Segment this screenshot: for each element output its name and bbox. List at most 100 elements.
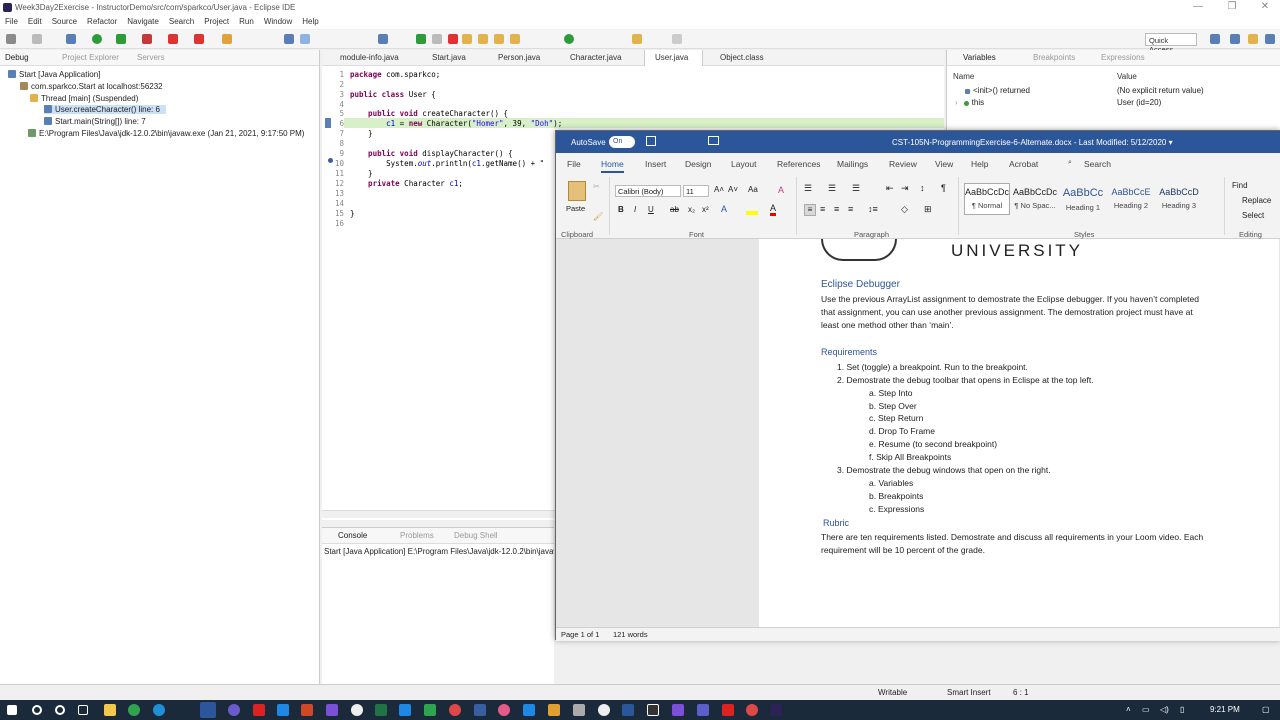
minimize-button[interactable]: — — [1183, 1, 1213, 12]
app-icon[interactable] — [351, 704, 363, 716]
tab-character-java[interactable]: Character.java — [570, 53, 622, 62]
stop-icon[interactable] — [168, 34, 178, 44]
git-perspective-icon[interactable] — [1265, 34, 1275, 44]
open-type-icon[interactable] — [222, 34, 232, 44]
strikethrough-icon[interactable]: ab — [670, 205, 679, 214]
font-color-icon[interactable]: A — [770, 204, 777, 216]
notification-icon[interactable]: ▢ — [1262, 705, 1270, 714]
menu-navigate[interactable]: Navigate — [122, 15, 164, 28]
terminal-icon[interactable] — [647, 704, 659, 716]
highlight-color-icon[interactable] — [746, 211, 758, 215]
app-icon[interactable] — [598, 704, 610, 716]
variable-row[interactable]: <init>() returned — [965, 86, 1030, 95]
toggle-mark-icon[interactable] — [284, 34, 294, 44]
menu-window[interactable]: Window — [259, 15, 297, 28]
tab-view[interactable]: View — [935, 159, 953, 169]
clear-formatting-icon[interactable]: A — [778, 185, 784, 195]
style-heading-3[interactable]: AaBbCcD Heading 3 — [1156, 183, 1202, 215]
tree-item-frame[interactable]: Start.main(String[]) line: 7 — [44, 117, 146, 126]
tab-debug-shell[interactable]: Debug Shell — [454, 531, 498, 540]
app-icon[interactable] — [548, 704, 560, 716]
quick-access-input[interactable]: Quick Access — [1145, 33, 1197, 54]
app-icon[interactable] — [672, 704, 684, 716]
italic-icon[interactable]: I — [634, 205, 636, 214]
app-icon[interactable] — [722, 704, 734, 716]
start-icon[interactable] — [7, 705, 17, 715]
open-icon[interactable] — [708, 136, 719, 145]
change-case-icon[interactable]: Aa — [748, 185, 758, 194]
debug-toolbar-icon[interactable] — [378, 34, 388, 44]
font-name-select[interactable]: Calibri (Body) — [615, 185, 681, 197]
format-painter-icon[interactable]: 🖌 — [593, 212, 603, 221]
menu-edit[interactable]: Edit — [23, 15, 47, 28]
tree-item-thread[interactable]: Thread [main] (Suspended) — [30, 94, 138, 103]
tree-item-vm[interactable]: com.sparkco.Start at localhost:56232 — [20, 82, 163, 91]
menu-run[interactable]: Run — [234, 15, 259, 28]
page-count[interactable]: Page 1 of 1 — [561, 630, 599, 639]
outlook-icon[interactable] — [622, 704, 634, 716]
menu-project[interactable]: Project — [199, 15, 234, 28]
multilevel-list-icon[interactable]: ☰ — [852, 183, 860, 194]
tab-file[interactable]: File — [567, 159, 581, 169]
toggle-breakpoint-icon[interactable] — [564, 34, 574, 44]
style-heading-2[interactable]: AaBbCcE Heading 2 — [1108, 183, 1154, 215]
close-button[interactable]: ✕ — [1250, 1, 1280, 12]
step-over-icon[interactable] — [478, 34, 488, 44]
network-icon[interactable]: ▭ — [1142, 705, 1150, 714]
tab-person-java[interactable]: Person.java — [498, 53, 540, 62]
tab-problems[interactable]: Problems — [400, 531, 434, 540]
code-line[interactable]: public void displayCharacter() { — [350, 149, 513, 158]
coverage-icon[interactable] — [142, 34, 152, 44]
code-line[interactable]: } — [350, 169, 373, 178]
cortana-icon[interactable] — [55, 705, 65, 715]
line-spacing-icon[interactable]: ↕≡ — [868, 204, 878, 214]
excel-icon[interactable] — [375, 704, 387, 716]
vscode-icon[interactable] — [399, 704, 411, 716]
justify-icon[interactable]: ≡ — [848, 204, 853, 214]
shrink-font-icon[interactable]: A˅ — [728, 185, 738, 194]
powerpoint-icon[interactable] — [301, 704, 313, 716]
tab-module-info[interactable]: module-info.java — [340, 53, 399, 62]
text-effects-icon[interactable]: A — [721, 204, 727, 214]
external-tools-icon[interactable] — [194, 34, 204, 44]
code-line[interactable]: public class User { — [350, 90, 436, 99]
borders-icon[interactable]: ⊞ — [924, 204, 932, 215]
align-right-icon[interactable]: ≡ — [834, 204, 839, 214]
autosave-toggle[interactable]: On — [609, 136, 635, 148]
suspend-icon[interactable] — [432, 34, 442, 44]
tab-project-explorer[interactable]: Project Explorer — [62, 53, 119, 62]
app-icon[interactable] — [746, 704, 758, 716]
save-icon[interactable] — [32, 34, 42, 44]
code-line[interactable]: System.out.println(c1.getName() + " — [350, 159, 544, 168]
search-icon[interactable] — [32, 705, 42, 715]
maximize-button[interactable]: ❐ — [1217, 1, 1247, 12]
menu-file[interactable]: File — [0, 15, 23, 28]
column-header-name[interactable]: Name — [953, 72, 974, 81]
tab-breakpoints[interactable]: Breakpoints — [1033, 53, 1075, 62]
align-left-icon[interactable]: ≡ — [804, 204, 816, 216]
teams-icon[interactable] — [697, 704, 709, 716]
bold-icon[interactable]: B — [618, 205, 624, 214]
app-icon[interactable] — [523, 704, 535, 716]
style-no-spacing[interactable]: AaBbCcDc ¶ No Spac... — [1012, 183, 1058, 215]
terminate-icon[interactable] — [448, 34, 458, 44]
drop-to-frame-icon[interactable] — [510, 34, 520, 44]
numbering-icon[interactable]: ☰ — [828, 183, 836, 194]
expand-icon[interactable]: › — [955, 98, 958, 107]
variable-row[interactable]: › this — [955, 98, 984, 107]
sort-icon[interactable]: ↕ — [920, 183, 925, 193]
acrobat-icon[interactable] — [253, 704, 265, 716]
app-icon[interactable] — [424, 704, 436, 716]
shading-icon[interactable]: ◇ — [901, 204, 908, 215]
app-icon[interactable] — [474, 704, 486, 716]
menu-search[interactable]: Search — [164, 15, 199, 28]
tab-insert[interactable]: Insert — [645, 159, 666, 169]
select-button[interactable]: Select — [1242, 211, 1264, 220]
document-page[interactable]: UNIVERSITY Eclipse Debugger Use the prev… — [759, 239, 1279, 627]
code-line[interactable]: private Character c1; — [350, 179, 463, 188]
edge-icon[interactable] — [153, 704, 165, 716]
tab-console[interactable]: Console — [338, 531, 367, 540]
tree-item-process[interactable]: E:\Program Files\Java\jdk-12.0.2\bin\jav… — [28, 129, 304, 138]
back-icon[interactable] — [632, 34, 642, 44]
show-marks-icon[interactable]: ¶ — [941, 183, 946, 193]
